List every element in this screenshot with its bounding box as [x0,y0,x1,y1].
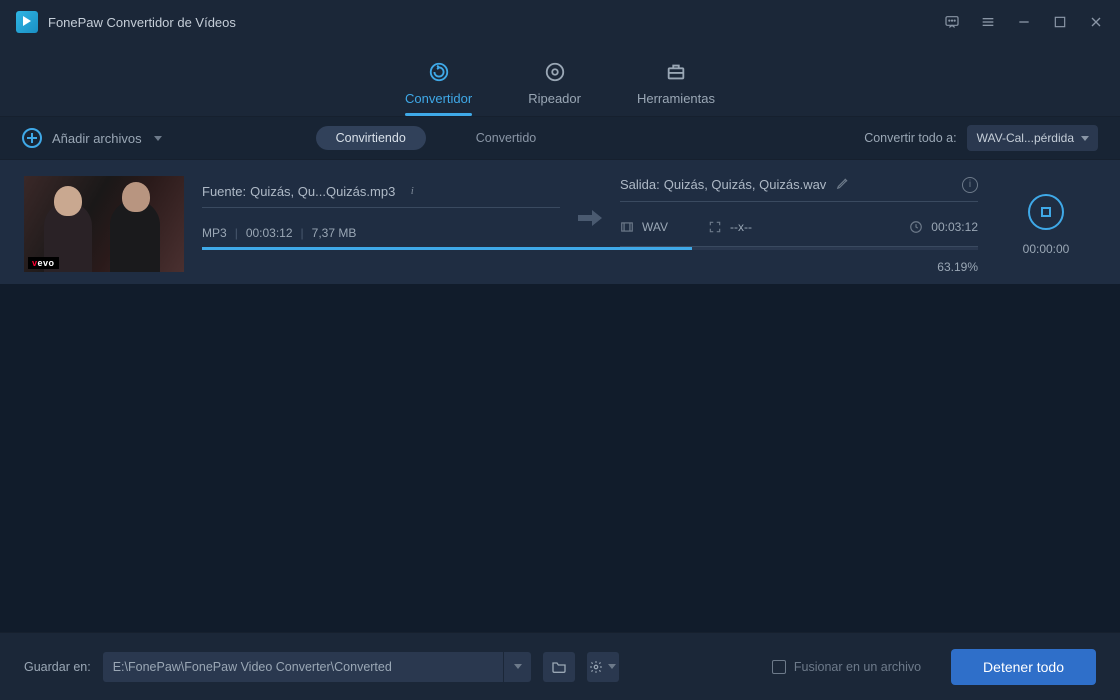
tab-label: Ripeador [528,91,581,106]
expand-icon [708,220,722,234]
feedback-icon[interactable] [944,14,960,30]
maximize-icon[interactable] [1052,14,1068,30]
save-path-field[interactable]: E:\FonePaw\FonePaw Video Converter\Conve… [103,652,503,682]
merge-label: Fusionar en un archivo [794,660,921,674]
clock-icon [909,220,923,234]
progress-bar [202,247,978,250]
file-list: vvevoevo Fuente: Quizás, Qu...Quizás.mp3… [0,160,1120,632]
footer-bar: Guardar en: E:\FonePaw\FonePaw Video Con… [0,632,1120,700]
open-folder-button[interactable] [543,652,575,682]
main-tabs: Convertidor Ripeador Herramientas [0,44,1120,116]
save-to-label: Guardar en: [24,660,91,674]
source-filename: Quizás, Qu...Quizás.mp3 [250,184,395,199]
convert-all-control: Convertir todo a: WAV-Cal...pérdida [864,125,1098,151]
chevron-down-icon [154,136,162,141]
info-circle-icon[interactable]: i [962,177,978,193]
checkbox-icon [772,660,786,674]
convert-icon [428,61,450,83]
status-pill-tabs: Convirtiendo Convertido [316,126,557,150]
progress-fill [202,247,692,250]
output-prefix: Salida: [620,177,660,192]
menu-icon[interactable] [980,14,996,30]
source-size: 7,37 MB [312,226,357,240]
pill-converting[interactable]: Convirtiendo [316,126,426,150]
file-item: vvevoevo Fuente: Quizás, Qu...Quizás.mp3… [0,160,1120,284]
app-logo-icon [16,11,38,33]
pill-converted[interactable]: Convertido [456,126,556,150]
plus-icon [22,128,42,148]
stop-all-button[interactable]: Detener todo [951,649,1096,685]
source-prefix: Fuente: [202,184,246,199]
stop-item-button[interactable] [1028,194,1064,230]
titlebar: FonePaw Convertidor de Vídeos [0,0,1120,44]
source-duration: 00:03:12 [246,226,293,240]
elapsed-time: 00:00:00 [1023,242,1070,256]
add-files-label: Añadir archivos [52,131,142,146]
sub-toolbar: Añadir archivos Convirtiendo Convertido … [0,116,1120,160]
chevron-down-icon [514,664,522,669]
tab-label: Convertidor [405,91,472,106]
minimize-icon[interactable] [1016,14,1032,30]
chevron-down-icon [608,664,616,669]
app-title: FonePaw Convertidor de Vídeos [48,15,236,30]
tab-convertidor[interactable]: Convertidor [405,61,472,116]
save-path-value: E:\FonePaw\FonePaw Video Converter\Conve… [113,660,392,674]
chevron-down-icon [1081,136,1089,141]
stop-icon [1041,207,1051,217]
add-files-button[interactable]: Añadir archivos [22,128,162,148]
toolbox-icon [665,61,687,83]
info-icon[interactable]: i [405,184,419,198]
tab-ripeador[interactable]: Ripeador [528,61,581,116]
settings-button[interactable] [587,652,619,682]
disc-icon [544,61,566,83]
convert-all-label: Convertir todo a: [864,131,956,145]
thumbnail[interactable]: vvevoevo [24,176,184,272]
output-format: WAV [642,220,668,234]
output-resolution: --x-- [730,220,752,234]
progress-percent: 63.19% [202,250,978,274]
dropdown-value: WAV-Cal...pérdida [977,131,1074,145]
merge-checkbox[interactable]: Fusionar en un archivo [772,660,921,674]
arrow-right-icon [576,208,604,233]
convert-all-dropdown[interactable]: WAV-Cal...pérdida [967,125,1098,151]
tab-herramientas[interactable]: Herramientas [637,61,715,116]
close-icon[interactable] [1088,14,1104,30]
output-duration: 00:03:12 [931,220,978,234]
source-format: MP3 [202,226,227,240]
output-filename: Quizás, Quizás, Quizás.wav [664,177,827,192]
vevo-badge: vvevoevo [28,257,59,269]
tab-label: Herramientas [637,91,715,106]
film-icon [620,220,634,234]
save-path-dropdown[interactable] [503,652,531,682]
edit-icon[interactable] [836,176,850,193]
